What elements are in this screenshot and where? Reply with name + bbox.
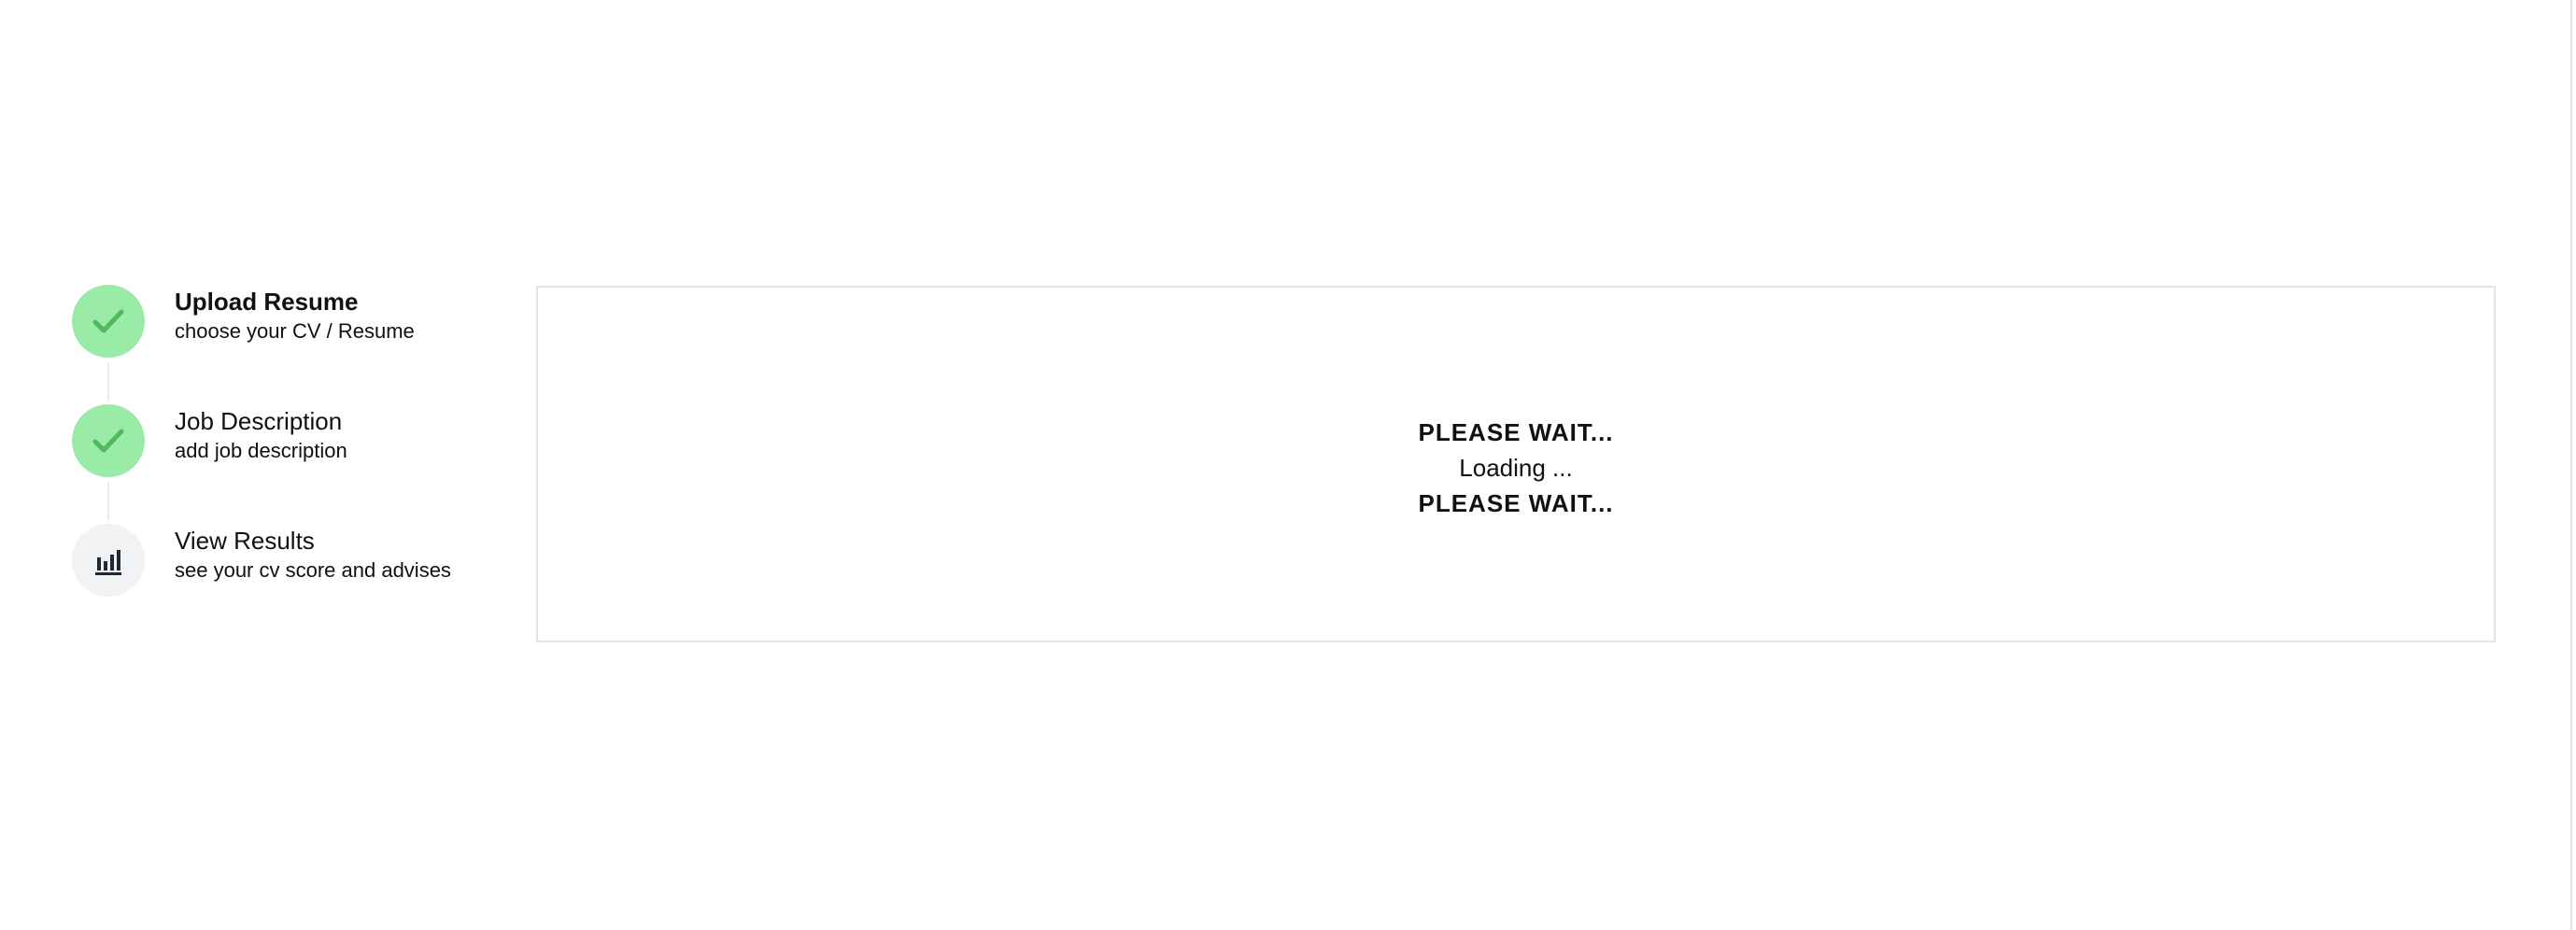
please-wait-heading: PLEASE WAIT...	[1418, 418, 1614, 446]
bar-chart-icon	[95, 550, 121, 575]
step-text: Upload Resume choose your CV / Resume	[175, 286, 415, 345]
step-title: Upload Resume	[175, 288, 359, 316]
check-icon	[92, 429, 124, 453]
page: Upload Resume choose your CV / Resume Jo…	[0, 0, 2576, 930]
check-icon	[92, 309, 124, 333]
progress-stepper: Upload Resume choose your CV / Resume Jo…	[72, 285, 511, 643]
step-status-circle	[72, 524, 145, 597]
results-panel: PLEASE WAIT... Loading ... PLEASE WAIT..…	[536, 286, 2496, 642]
loading-indicator: PLEASE WAIT... Loading ... PLEASE WAIT..…	[538, 415, 2494, 521]
step-text: Job Description add job description	[175, 405, 347, 465]
step-job-description[interactable]: Job Description add job description	[72, 404, 511, 524]
step-title: Job Description	[175, 407, 343, 435]
step-subtitle: add job description	[175, 439, 347, 462]
step-status-circle	[72, 404, 145, 477]
step-connector	[107, 483, 109, 520]
step-view-results[interactable]: View Results see your cv score and advis…	[72, 524, 511, 643]
step-subtitle: see your cv score and advises	[175, 558, 451, 582]
step-title: View Results	[175, 527, 315, 555]
please-wait-heading: PLEASE WAIT...	[1418, 489, 1614, 517]
step-upload-resume[interactable]: Upload Resume choose your CV / Resume	[72, 285, 511, 404]
step-connector	[107, 363, 109, 401]
step-text: View Results see your cv score and advis…	[175, 525, 451, 585]
scrollbar-track[interactable]	[2570, 0, 2572, 930]
loading-message: Loading ...	[1459, 454, 1573, 482]
step-subtitle: choose your CV / Resume	[175, 319, 415, 343]
step-status-circle	[72, 285, 145, 358]
